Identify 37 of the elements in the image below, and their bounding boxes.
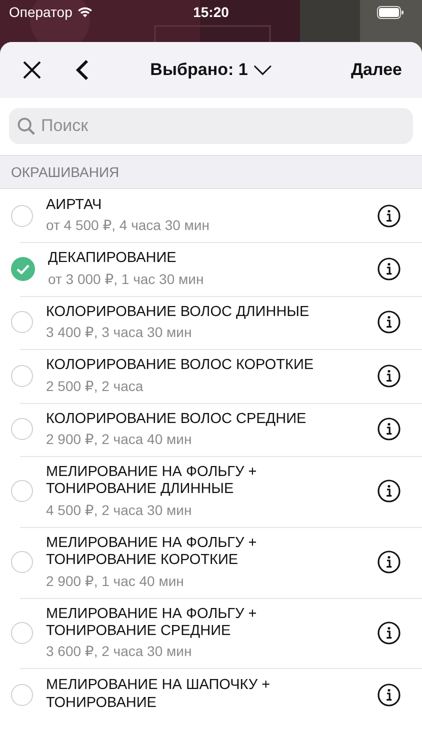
service-name: КОЛОРИРОВАНИЕ ВОЛОС КОРОТКИЕ	[46, 357, 315, 375]
wifi-icon	[77, 6, 94, 18]
info-icon[interactable]	[377, 364, 401, 388]
service-details: 2 900 ₽, 2 часа 40 мин	[46, 430, 193, 448]
search-field[interactable]: Поиск	[9, 108, 413, 144]
service-details: 2 900 ₽, 1 час 40 мин	[46, 572, 185, 590]
info-icon[interactable]	[377, 417, 401, 442]
next-button[interactable]: Далее	[350, 60, 402, 80]
battery-icon	[377, 6, 404, 18]
service-name: МЕЛИРОВАНИЕ НА ФОЛЬГУ + ТОНИРОВАНИЕ СРЕДНИЕ	[46, 606, 258, 640]
selection-dropdown[interactable]: Выбрано: 1	[150, 60, 272, 80]
info-icon[interactable]	[377, 479, 401, 504]
back-button[interactable]	[75, 59, 89, 81]
service-name: МЕЛИРОВАНИЕ НА ШАПОЧКУ + ТОНИРОВАНИЕ	[46, 677, 272, 712]
service-name: АИРТАЧ	[46, 197, 103, 214]
info-icon[interactable]	[377, 682, 401, 707]
service-details: от 4 500 ₽, 4 часа 30 мин	[46, 217, 210, 234]
info-icon[interactable]	[377, 310, 401, 334]
info-icon[interactable]	[377, 550, 401, 574]
service-details: 3 600 ₽, 2 часа 30 мин	[46, 643, 193, 660]
service-details: 3 400 ₽, 3 часа 30 мин	[46, 324, 193, 342]
carrier-name: Оператор	[9, 4, 72, 20]
service-details: 2 500 ₽, 2 часа	[46, 378, 144, 395]
service-details: 4 500 ₽, 2 часа 30 мин	[46, 502, 193, 519]
service-name: КОЛОРИРОВАНИЕ ВОЛОС СРЕДНИЕ	[46, 410, 308, 428]
close-button[interactable]	[22, 60, 42, 80]
service-name: ДЕКАПИРОВАНИЕ	[48, 250, 178, 268]
info-icon[interactable]	[377, 257, 401, 282]
service-name: КОЛОРИРОВАНИЕ ВОЛОС ДЛИННЫЕ	[46, 304, 310, 322]
service-details: от 3 000 ₽, 1 час 30 мин	[48, 270, 205, 288]
clock-time: 15:20	[193, 4, 229, 20]
service-name: МЕЛИРОВАНИЕ НА ФОЛЬГУ + ТОНИРОВАНИЕ ДЛИННЫЕ	[46, 464, 258, 499]
info-icon[interactable]	[377, 204, 401, 228]
service-name: МЕЛИРОВАНИЕ НА ФОЛЬГУ + ТОНИРОВАНИЕ КОРОТКИЕ	[46, 534, 258, 570]
section-header: ОКРАШИВАНИЯ	[0, 155, 422, 189]
chevron-down-icon	[252, 64, 272, 76]
info-icon[interactable]	[377, 620, 401, 645]
